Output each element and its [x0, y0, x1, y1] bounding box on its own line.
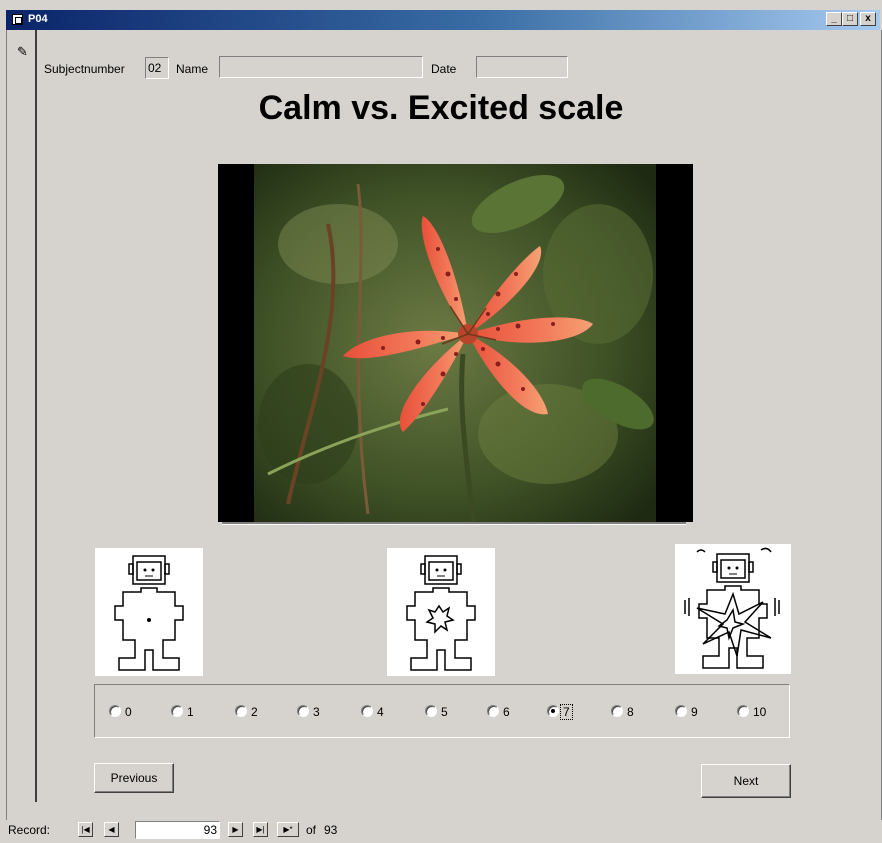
rating-label-3: 3 — [313, 705, 320, 719]
maximize-button[interactable]: □ — [842, 12, 858, 26]
record-total: 93 — [324, 823, 338, 837]
rating-radio-3[interactable] — [297, 705, 309, 717]
close-button[interactable]: x — [860, 12, 876, 26]
minimize-button[interactable]: _ — [826, 12, 842, 26]
form-app-icon — [12, 14, 23, 25]
name-label: Name — [176, 62, 209, 76]
record-navigation-bar: Record: |◀ ◀ 93 ▶ ▶| ▶* of 93 — [0, 818, 882, 843]
rating-radio-10[interactable] — [737, 705, 749, 717]
last-record-icon[interactable]: ▶| — [253, 822, 268, 837]
rating-radio-4[interactable] — [361, 705, 373, 717]
previous-record-icon[interactable]: ◀ — [104, 822, 119, 837]
record-of-label: of — [306, 823, 317, 837]
record-number-field[interactable]: 93 — [135, 821, 220, 839]
previous-button[interactable]: Previous — [94, 763, 174, 793]
rating-option-group: 0 1 2 3 4 5 6 7 8 9 10 — [94, 684, 790, 738]
rating-label-5: 5 — [441, 705, 448, 719]
sam-calm-figure — [95, 548, 203, 676]
new-record-icon[interactable]: ▶* — [277, 822, 299, 837]
date-field[interactable] — [476, 56, 568, 78]
date-label: Date — [431, 62, 457, 76]
rating-label-0: 0 — [125, 705, 132, 719]
rating-radio-6[interactable] — [487, 705, 499, 717]
rating-label-10: 10 — [753, 705, 767, 719]
rating-label-1: 1 — [187, 705, 194, 719]
rating-radio-0[interactable] — [109, 705, 121, 717]
rating-radio-9[interactable] — [675, 705, 687, 717]
first-record-icon[interactable]: |◀ — [78, 822, 93, 837]
stimulus-photo — [218, 164, 693, 522]
sam-excited-figure — [675, 544, 791, 674]
record-selector[interactable]: ✎ — [7, 30, 37, 802]
subject-number-label: Subjectnumber — [44, 62, 125, 76]
rating-radio-7[interactable] — [547, 705, 559, 717]
next-button[interactable]: Next — [701, 764, 791, 798]
rating-label-6: 6 — [503, 705, 510, 719]
rating-label-9: 9 — [691, 705, 698, 719]
photo-divider — [222, 522, 686, 525]
record-label: Record: — [8, 823, 51, 837]
rating-radio-2[interactable] — [235, 705, 247, 717]
pencil-icon: ✎ — [17, 44, 28, 59]
rating-label-8: 8 — [627, 705, 634, 719]
window-title: P04 — [28, 13, 48, 25]
sam-moderate-figure — [387, 548, 495, 676]
scale-heading: Calm vs. Excited scale — [258, 89, 624, 127]
rating-label-7: 7 — [560, 704, 573, 720]
rating-label-4: 4 — [377, 705, 384, 719]
rating-radio-1[interactable] — [171, 705, 183, 717]
subject-number-field[interactable]: 02 — [145, 57, 169, 79]
rating-radio-5[interactable] — [425, 705, 437, 717]
rating-label-2: 2 — [251, 705, 258, 719]
name-field[interactable] — [219, 56, 423, 78]
next-record-icon[interactable]: ▶ — [228, 822, 243, 837]
rating-radio-8[interactable] — [611, 705, 623, 717]
window-titlebar: P04 _ □ x — [6, 10, 880, 30]
